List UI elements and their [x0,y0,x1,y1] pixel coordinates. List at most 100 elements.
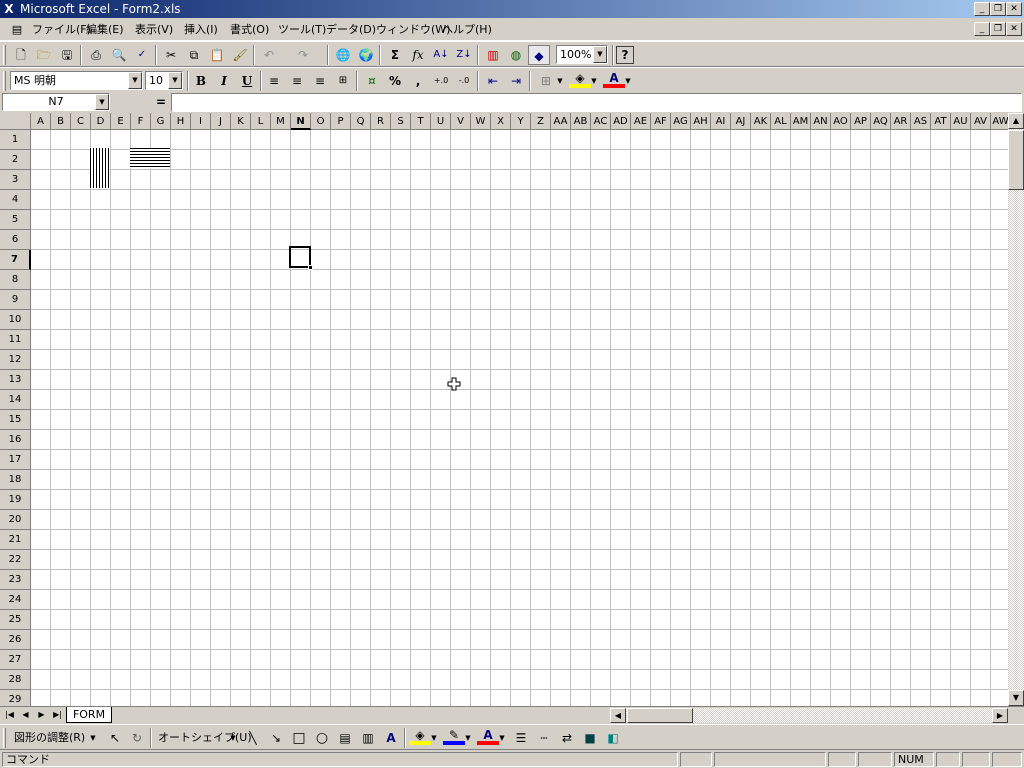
column-header-ar[interactable]: AR [891,113,911,130]
menu-help[interactable]: ヘルプ(H) [442,22,492,38]
save-icon[interactable]: 🖫 [56,45,78,65]
workbook-icon[interactable]: ▤ [6,20,28,40]
column-header-x[interactable]: X [491,113,511,130]
column-header-ab[interactable]: AB [571,113,591,130]
chevron-down-icon[interactable]: ▼ [228,728,238,748]
active-cell[interactable] [289,246,313,270]
select-all-corner[interactable] [0,113,31,130]
column-header-t[interactable]: T [411,113,431,130]
preview-icon[interactable]: 🔍 [108,45,130,65]
column-header-l[interactable]: L [251,113,271,130]
column-header-q[interactable]: Q [351,113,371,130]
menu-view[interactable]: 表示(V) [135,22,173,38]
row-header-16[interactable]: 16 [0,430,31,450]
chevron-down-icon[interactable]: ▼ [555,71,565,91]
increase-decimal-icon[interactable]: +.0 [430,71,452,91]
line-style-icon[interactable]: ☰ [510,728,532,748]
oval-tool-icon[interactable]: ○ [311,728,333,748]
restore-icon[interactable]: ❐ [990,2,1006,16]
underline-button[interactable]: U [236,71,258,91]
horizontal-scrollbar[interactable]: ◀ ▶ [610,708,1008,723]
menu-window[interactable]: ウィンドウ(W) [376,22,450,38]
currency-icon[interactable]: ¤ [361,71,383,91]
scroll-down-icon[interactable]: ▼ [1008,690,1024,706]
autosum-icon[interactable]: Σ [384,45,406,65]
column-header-at[interactable]: AT [931,113,951,130]
textbox-tool-icon[interactable]: ▤ [334,728,356,748]
row-header-24[interactable]: 24 [0,590,31,610]
function-icon[interactable]: fx [407,45,429,65]
percent-button[interactable]: % [384,71,406,91]
row-header-4[interactable]: 4 [0,190,31,210]
column-header-ak[interactable]: AK [751,113,771,130]
redo-icon[interactable]: ↷ [292,45,314,65]
scroll-right-icon[interactable]: ▶ [992,708,1008,723]
prev-sheet-icon[interactable]: ◀ [18,708,33,722]
print-icon[interactable]: ⎙ [85,45,107,65]
italic-button[interactable]: I [213,71,235,91]
edit-formula-button[interactable]: = [154,94,168,110]
wordart-icon[interactable]: A [380,728,402,748]
arrow-tool-icon[interactable]: ↘ [265,728,287,748]
close-icon[interactable]: ✕ [1006,2,1022,16]
column-header-u[interactable]: U [431,113,451,130]
row-header-2[interactable]: 2 [0,150,31,170]
select-objects-icon[interactable]: ↖ [104,728,126,748]
row-header-5[interactable]: 5 [0,210,31,230]
align-left-icon[interactable]: ≡ [263,71,285,91]
menu-tools[interactable]: ツール(T) [278,22,326,38]
doc-restore-icon[interactable]: ❐ [990,22,1006,36]
column-header-ai[interactable]: AI [711,113,731,130]
row-header-14[interactable]: 14 [0,390,31,410]
comma-button[interactable]: , [407,71,429,91]
sort-desc-icon[interactable]: Z↓ [453,45,475,65]
toolbar-grip[interactable] [3,45,6,65]
column-header-ao[interactable]: AO [831,113,851,130]
help-icon[interactable]: ? [616,46,634,64]
chevron-down-icon[interactable]: ▼ [168,72,182,89]
decrease-decimal-icon[interactable]: -.0 [453,71,475,91]
row-header-12[interactable]: 12 [0,350,31,370]
column-header-af[interactable]: AF [651,113,671,130]
column-header-v[interactable]: V [451,113,471,130]
minimize-icon[interactable]: _ [974,2,990,16]
first-sheet-icon[interactable]: |◀ [2,708,17,722]
format-painter-icon[interactable]: 🖌 [229,45,251,65]
row-header-20[interactable]: 20 [0,510,31,530]
column-header-h[interactable]: H [171,113,191,130]
chevron-down-icon[interactable]: ▼ [95,94,109,110]
zoom-select[interactable]: 100% ▼ [556,45,608,64]
column-header-o[interactable]: O [311,113,331,130]
chevron-down-icon[interactable]: ▼ [497,728,507,748]
toolbar-grip[interactable] [3,728,6,748]
scroll-up-icon[interactable]: ▲ [1008,113,1024,129]
column-header-k[interactable]: K [231,113,251,130]
menu-format[interactable]: 書式(O) [230,22,269,38]
column-header-s[interactable]: S [391,113,411,130]
column-header-al[interactable]: AL [771,113,791,130]
row-header-8[interactable]: 8 [0,270,31,290]
map-icon[interactable]: ◍ [505,45,527,65]
column-header-g[interactable]: G [151,113,171,130]
column-header-aw[interactable]: AW [991,113,1008,130]
arrow-style-icon[interactable]: ⇄ [556,728,578,748]
column-header-a[interactable]: A [31,113,51,130]
row-header-3[interactable]: 3 [0,170,31,190]
name-box[interactable]: N7 ▼ [2,93,110,111]
column-header-y[interactable]: Y [511,113,531,130]
scroll-thumb[interactable] [1008,130,1024,190]
chevron-down-icon[interactable]: ▼ [128,72,142,89]
line-color-icon[interactable]: ✎ [443,728,465,745]
scroll-left-icon[interactable]: ◀ [610,708,626,723]
paste-icon[interactable]: 📋 [206,45,228,65]
fill-handle[interactable] [308,265,313,270]
column-header-c[interactable]: C [71,113,91,130]
font-color-icon[interactable]: A [603,71,625,88]
row-header-6[interactable]: 6 [0,230,31,250]
row-header-1[interactable]: 1 [0,130,31,150]
copy-icon[interactable]: ⧉ [183,45,205,65]
vertical-textbox-icon[interactable]: ▥ [357,728,379,748]
column-header-au[interactable]: AU [951,113,971,130]
column-header-i[interactable]: I [191,113,211,130]
column-header-z[interactable]: Z [531,113,551,130]
